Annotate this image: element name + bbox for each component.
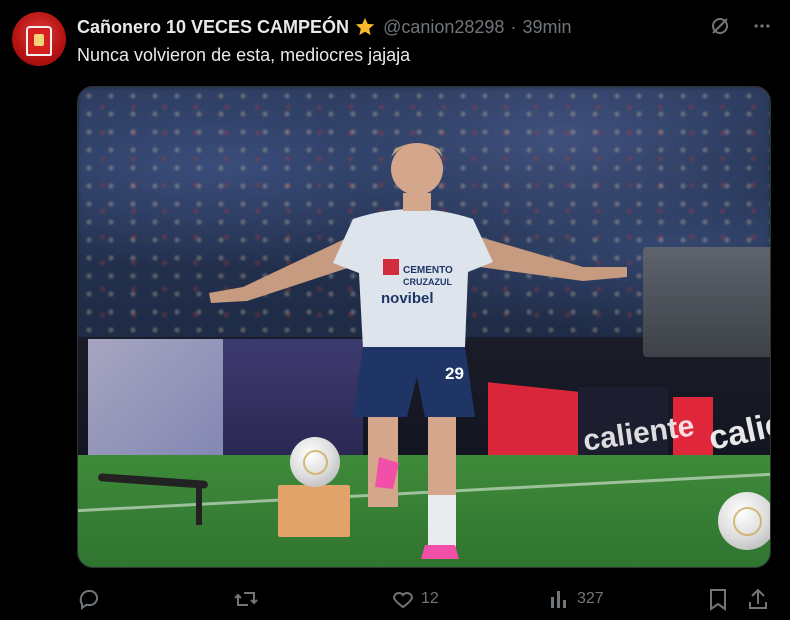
separator-dot: · [510, 16, 517, 37]
shorts-number: 29 [445, 364, 464, 383]
retweet-button[interactable] [233, 584, 259, 614]
heart-icon [392, 592, 414, 609]
avatar[interactable] [12, 12, 66, 66]
shirt-sponsor-1: CEMENTO [403, 265, 453, 276]
reply-button[interactable] [77, 584, 101, 614]
player-figure: CEMENTO CRUZAZUL novibel 29 [209, 143, 627, 559]
views-button[interactable]: 327 [549, 584, 604, 614]
tweet-action-bar: 12 327 [77, 584, 771, 614]
views-icon [551, 591, 566, 608]
share-button[interactable] [747, 584, 769, 614]
shirt-sponsor-2: CRUZAZUL [403, 277, 452, 287]
shirt-sponsor-3: novibel [381, 290, 434, 307]
tweet-media-photo[interactable]: caliente caliente CEMENTO CRUZAZUL novib… [77, 86, 771, 568]
like-count: 12 [421, 590, 439, 607]
avatar-crest-image [34, 34, 44, 46]
tv-camera-cover [643, 247, 770, 357]
author-handle[interactable]: @canion28298 [383, 17, 504, 38]
author-display-name[interactable]: Cañonero 10 VECES CAMPEÓN [77, 17, 349, 38]
tweet-timestamp[interactable]: 39min [522, 17, 571, 38]
grok-icon[interactable] [708, 14, 732, 38]
like-button[interactable]: 12 [391, 584, 439, 614]
more-options-icon[interactable] [752, 16, 772, 36]
microphone-pole [196, 485, 202, 525]
star-icon [354, 16, 376, 38]
retweet-icon [234, 592, 258, 606]
tweet-top-actions [708, 14, 772, 38]
bookmark-button[interactable] [707, 584, 729, 614]
tweet-text: Nunca volvieron de esta, mediocres jajaj… [77, 45, 411, 65]
share-icon [749, 588, 767, 609]
reply-icon [79, 589, 98, 610]
views-count: 327 [577, 590, 604, 607]
soccer-ball-foreground [718, 492, 770, 550]
tweet-header: Cañonero 10 VECES CAMPEÓN @canion28298 ·… [77, 15, 571, 39]
bookmark-icon [710, 589, 726, 611]
